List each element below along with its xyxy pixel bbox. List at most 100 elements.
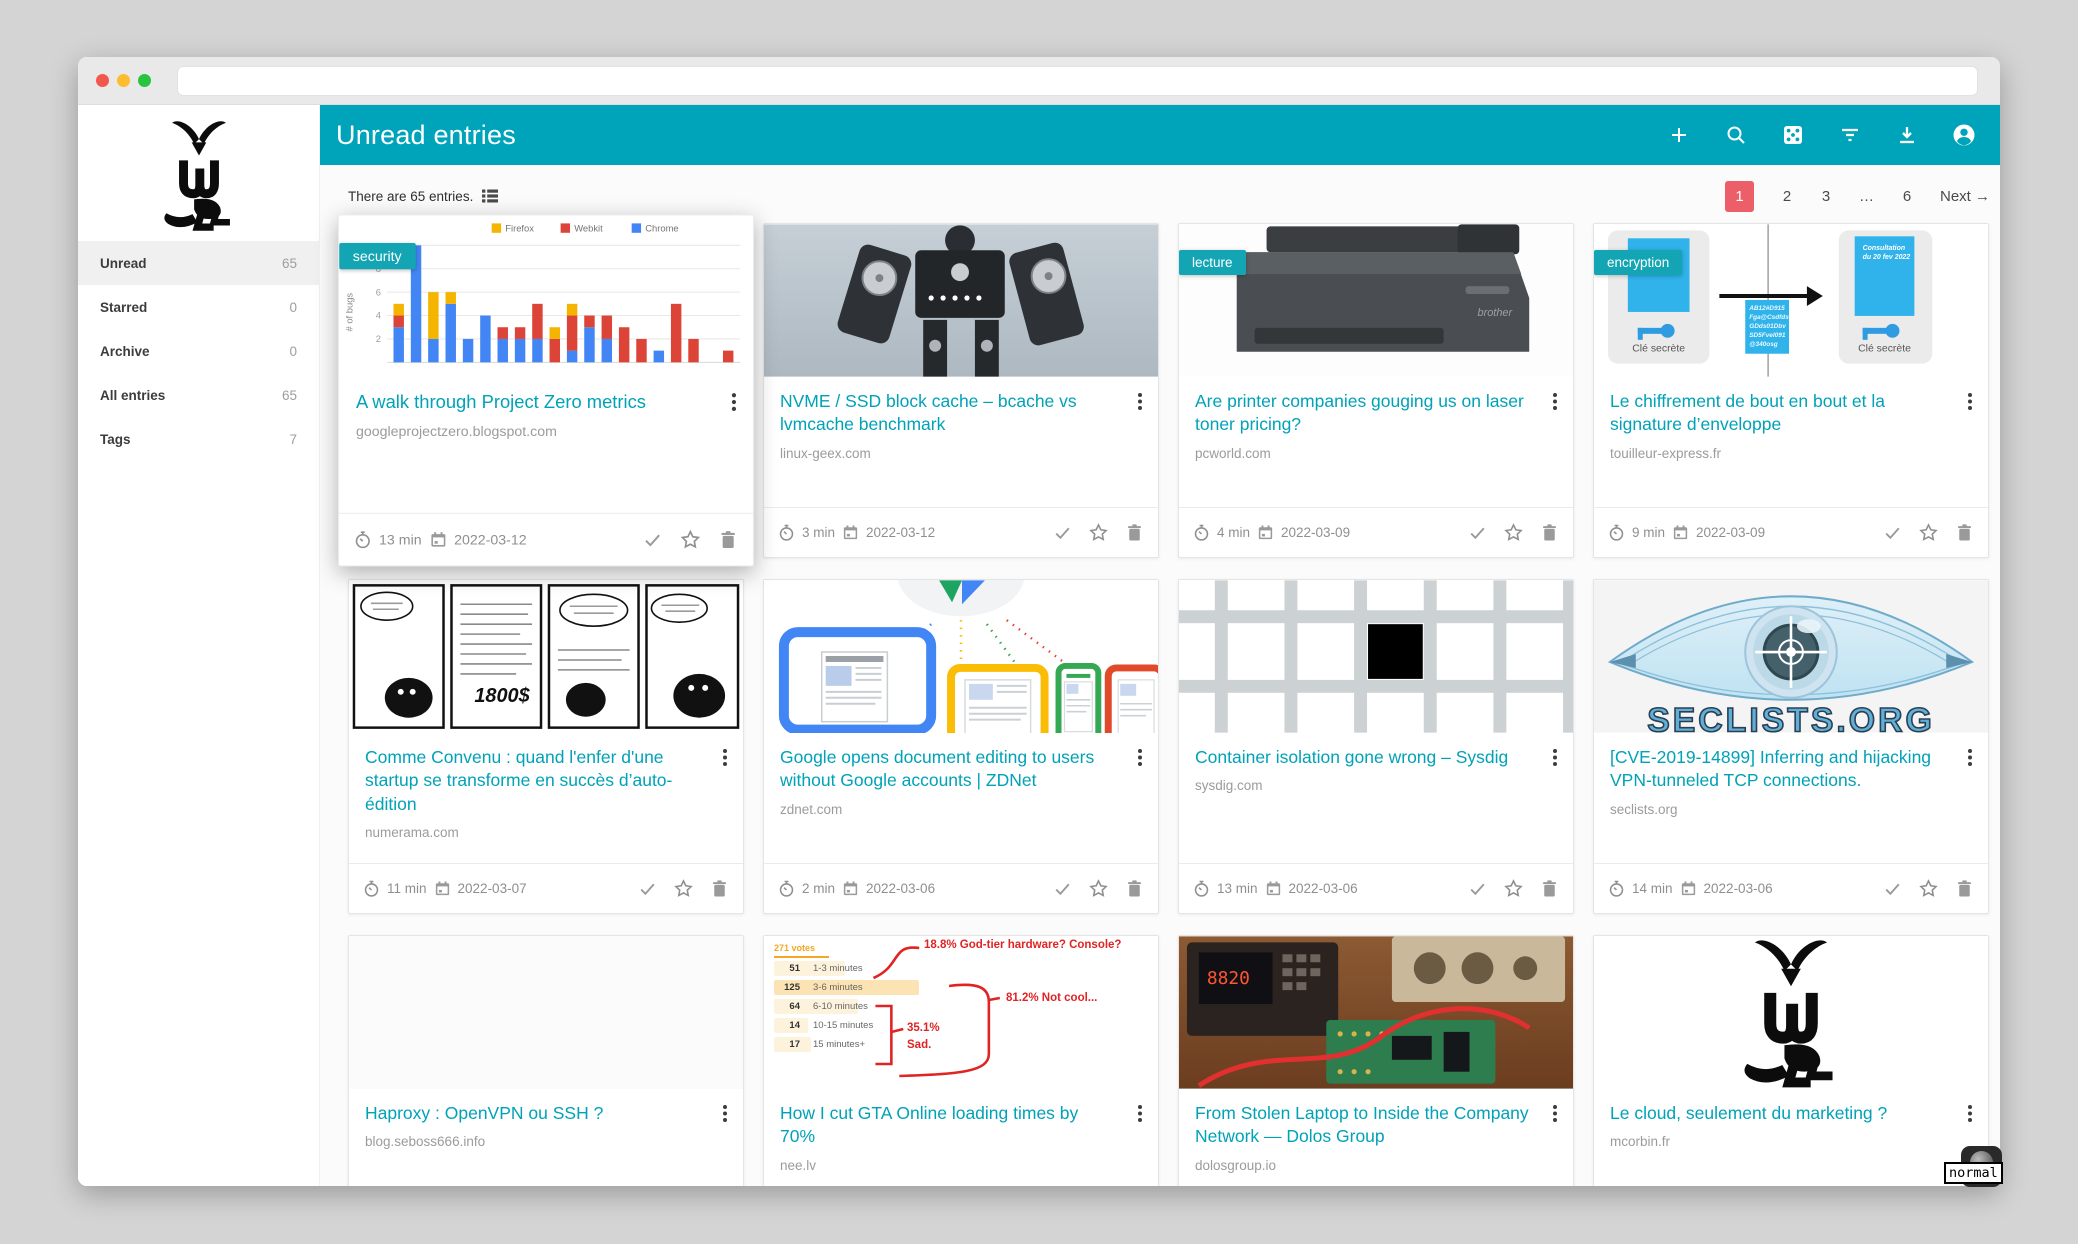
star-icon[interactable] bbox=[1918, 878, 1939, 899]
tag-chip-lecture[interactable]: lecture bbox=[1179, 250, 1246, 275]
entry-card[interactable]: brother lecture Are printer companies go… bbox=[1178, 223, 1574, 558]
reading-time-icon bbox=[1607, 879, 1626, 898]
entry-card[interactable]: 1800$ bbox=[348, 579, 744, 914]
card-menu-kebab-icon[interactable] bbox=[1546, 391, 1564, 413]
card-menu-kebab-icon[interactable] bbox=[1961, 391, 1979, 413]
reading-time: 4 min bbox=[1217, 525, 1250, 540]
entry-card[interactable]: SECLISTS.ORG [CVE-2019-14899] Inferring … bbox=[1593, 579, 1989, 914]
card-menu-kebab-icon[interactable] bbox=[716, 1103, 734, 1125]
page-1-active[interactable]: 1 bbox=[1725, 181, 1754, 212]
star-icon[interactable] bbox=[679, 529, 701, 551]
trash-icon[interactable] bbox=[1124, 878, 1145, 899]
minimize-window-button[interactable] bbox=[117, 74, 130, 87]
entry-card[interactable]: Container isolation gone wrong – Sysdig … bbox=[1178, 579, 1574, 914]
star-icon[interactable] bbox=[1088, 522, 1109, 543]
star-icon[interactable] bbox=[1918, 522, 1939, 543]
mark-read-icon[interactable] bbox=[1467, 522, 1488, 543]
star-icon[interactable] bbox=[1503, 522, 1524, 543]
next-page-link[interactable]: Next → bbox=[1940, 188, 1990, 205]
address-bar[interactable] bbox=[177, 66, 1978, 96]
random-icon[interactable] bbox=[1781, 123, 1805, 147]
mark-read-icon[interactable] bbox=[642, 529, 664, 551]
entry-title-link[interactable]: Le chiffrement de bout en bout et la sig… bbox=[1610, 390, 1946, 437]
entry-date: 2022-03-06 bbox=[1289, 881, 1358, 896]
entry-title-link[interactable]: How I cut GTA Online loading times by 70… bbox=[780, 1102, 1116, 1149]
card-menu-kebab-icon[interactable] bbox=[1131, 1103, 1149, 1125]
entry-title-link[interactable]: Google opens document editing to users w… bbox=[780, 746, 1116, 793]
add-entry-icon[interactable] bbox=[1667, 123, 1691, 147]
card-menu-kebab-icon[interactable] bbox=[1131, 747, 1149, 769]
trash-icon[interactable] bbox=[1954, 522, 1975, 543]
sidebar-item-count: 65 bbox=[282, 388, 297, 403]
search-icon[interactable] bbox=[1724, 123, 1748, 147]
tag-chip-encryption[interactable]: encryption bbox=[1594, 250, 1682, 275]
mark-read-icon[interactable] bbox=[1052, 522, 1073, 543]
mark-read-icon[interactable] bbox=[1052, 878, 1073, 899]
entry-card[interactable]: 2468# of bugsFirefoxWebkitChrome securit… bbox=[338, 215, 754, 567]
reading-time-icon bbox=[353, 530, 373, 550]
trash-icon[interactable] bbox=[1954, 878, 1975, 899]
tag-chip-security[interactable]: security bbox=[339, 243, 415, 269]
card-menu-kebab-icon[interactable] bbox=[725, 391, 744, 414]
sidebar-item-unread[interactable]: Unread 65 bbox=[78, 241, 319, 285]
reading-time: 13 min bbox=[1217, 881, 1258, 896]
reading-time: 11 min bbox=[387, 881, 427, 896]
entry-card[interactable]: 271 votes 511-3 minutes1253-6 minutes646… bbox=[763, 935, 1159, 1186]
mark-read-icon[interactable] bbox=[1882, 878, 1903, 899]
entry-card[interactable]: 8820 bbox=[1178, 935, 1574, 1186]
sidebar-item-archive[interactable]: Archive 0 bbox=[78, 329, 319, 373]
entry-title-link[interactable]: From Stolen Laptop to Inside the Company… bbox=[1195, 1102, 1531, 1149]
mark-read-icon[interactable] bbox=[1467, 878, 1488, 899]
card-menu-kebab-icon[interactable] bbox=[1961, 1103, 1979, 1125]
star-icon[interactable] bbox=[1088, 878, 1109, 899]
entry-card[interactable]: NVME / SSD block cache – bcache vs lvmca… bbox=[763, 223, 1159, 558]
poll-annotation-top: 18.8% God-tier hardware? Console? bbox=[924, 939, 1121, 951]
card-menu-kebab-icon[interactable] bbox=[1546, 1103, 1564, 1125]
close-window-button[interactable] bbox=[96, 74, 109, 87]
list-view-toggle-icon[interactable] bbox=[481, 187, 499, 205]
entry-card[interactable]: Clé secrète AB12#D915 Fga@Csdfds GDds01D… bbox=[1593, 223, 1989, 558]
entry-card[interactable]: Haproxy : OpenVPN ou SSH ? blog.seboss66… bbox=[348, 935, 744, 1186]
reading-time: 14 min bbox=[1632, 881, 1673, 896]
poll-annotation-pct: 35.1% bbox=[907, 1022, 940, 1034]
reading-time-icon bbox=[777, 523, 796, 542]
entry-title-link[interactable]: Comme Convenu : quand l'enfer d'une star… bbox=[365, 746, 701, 816]
trash-icon[interactable] bbox=[1539, 522, 1560, 543]
sidebar-item-starred[interactable]: Starred 0 bbox=[78, 285, 319, 329]
entry-domain: seclists.org bbox=[1610, 802, 1972, 817]
entry-card[interactable]: Google opens document editing to users w… bbox=[763, 579, 1159, 914]
card-menu-kebab-icon[interactable] bbox=[1546, 747, 1564, 769]
trash-icon[interactable] bbox=[717, 529, 739, 551]
sidebar-item-all-entries[interactable]: All entries 65 bbox=[78, 373, 319, 417]
entries-grid: 2468# of bugsFirefoxWebkitChrome securit… bbox=[348, 223, 1990, 1186]
entry-title-link[interactable]: [CVE-2019-14899] Inferring and hijacking… bbox=[1610, 746, 1946, 793]
entry-title-link[interactable]: Container isolation gone wrong – Sysdig bbox=[1195, 746, 1531, 769]
keyboard-mode-indicator: normal bbox=[1944, 1162, 2003, 1184]
trash-icon[interactable] bbox=[1124, 522, 1145, 543]
entry-title-link[interactable]: Are printer companies gouging us on lase… bbox=[1195, 390, 1531, 437]
trash-icon[interactable] bbox=[1539, 878, 1560, 899]
page-3[interactable]: 3 bbox=[1820, 188, 1832, 205]
export-download-icon[interactable] bbox=[1895, 123, 1919, 147]
filter-icon[interactable] bbox=[1838, 123, 1862, 147]
entry-title-link[interactable]: Haproxy : OpenVPN ou SSH ? bbox=[365, 1102, 701, 1125]
entry-title-link[interactable]: Le cloud, seulement du marketing ? bbox=[1610, 1102, 1946, 1125]
page-2[interactable]: 2 bbox=[1781, 188, 1793, 205]
card-image-poll-annotated: 271 votes 511-3 minutes1253-6 minutes646… bbox=[764, 936, 1158, 1089]
entry-title-link[interactable]: NVME / SSD block cache – bcache vs lvmca… bbox=[780, 390, 1116, 437]
card-menu-kebab-icon[interactable] bbox=[1131, 391, 1149, 413]
account-icon[interactable] bbox=[1952, 123, 1976, 147]
maximize-window-button[interactable] bbox=[138, 74, 151, 87]
card-menu-kebab-icon[interactable] bbox=[716, 747, 734, 769]
page-6[interactable]: 6 bbox=[1901, 188, 1913, 205]
entry-title-link[interactable]: A walk through Project Zero metrics bbox=[356, 390, 709, 414]
trash-icon[interactable] bbox=[709, 878, 730, 899]
star-icon[interactable] bbox=[673, 878, 694, 899]
mark-read-icon[interactable] bbox=[1882, 522, 1903, 543]
mark-read-icon[interactable] bbox=[637, 878, 658, 899]
reading-time-icon bbox=[1192, 523, 1211, 542]
entry-card[interactable]: Le cloud, seulement du marketing ? mcorb… bbox=[1593, 935, 1989, 1186]
star-icon[interactable] bbox=[1503, 878, 1524, 899]
card-menu-kebab-icon[interactable] bbox=[1961, 747, 1979, 769]
sidebar-item-tags[interactable]: Tags 7 bbox=[78, 417, 319, 461]
